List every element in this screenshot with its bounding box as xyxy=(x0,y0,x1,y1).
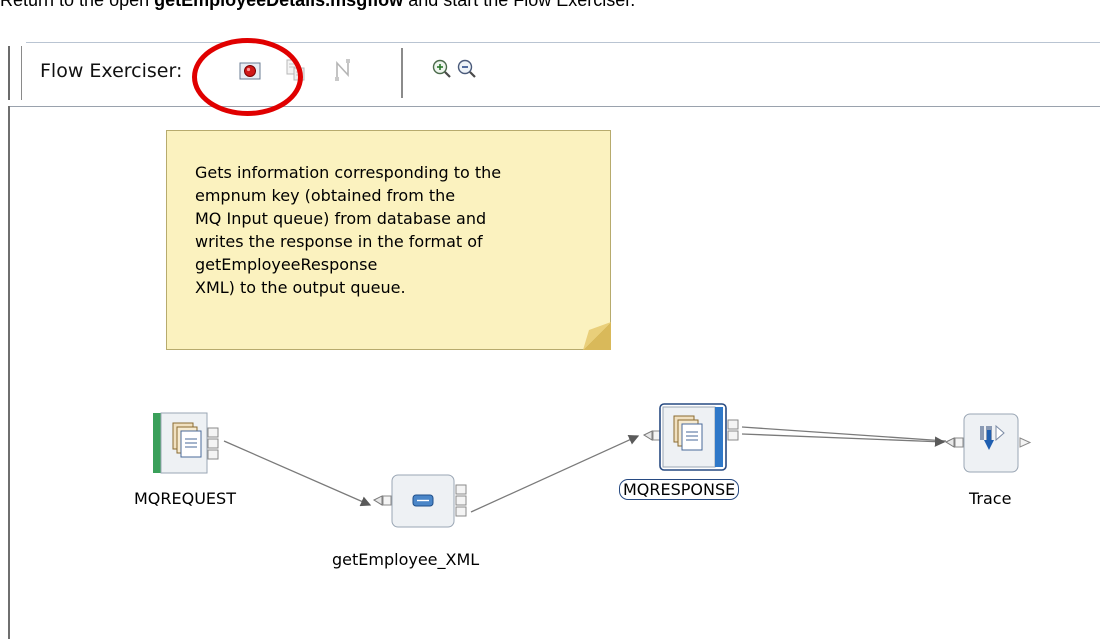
compute-icon xyxy=(372,474,467,528)
connection-compute-to-mqresponse[interactable] xyxy=(470,435,640,513)
connection-mqresponse-to-trace-1[interactable] xyxy=(741,426,947,442)
instruction-text: Return to the open getEmployeeDetails.ms… xyxy=(0,0,1100,10)
flow-description-note[interactable]: Gets information corresponding to the em… xyxy=(166,130,611,350)
instruction-suffix: and start the Flow Exerciser. xyxy=(403,0,636,10)
connection-mqresponse-to-trace-2[interactable] xyxy=(741,433,946,447)
instruction-flow-name: getEmployeeDetails.msgflow xyxy=(154,0,404,10)
note-fold-corner xyxy=(583,322,611,350)
node-mqrequest[interactable] xyxy=(151,411,227,475)
highlight-circle xyxy=(192,38,303,116)
message-flow-editor: Flow Exerciser: Gets information corresp… xyxy=(8,38,1100,639)
node-mqresponse-label: MQRESPONSE xyxy=(619,479,740,500)
node-getemployee-xml[interactable] xyxy=(372,472,474,530)
node-trace[interactable] xyxy=(944,412,1048,476)
mq-output-icon xyxy=(642,403,739,471)
instruction-prefix: Return to the open xyxy=(0,0,155,10)
node-trace-label: Trace xyxy=(969,489,1012,508)
node-mqresponse[interactable] xyxy=(642,402,746,472)
mq-input-icon xyxy=(153,412,219,474)
node-getemployee-label: getEmployee_XML xyxy=(332,550,480,569)
node-mqrequest-label: MQREQUEST xyxy=(134,489,236,508)
trace-icon xyxy=(944,413,1032,473)
connection-mqrequest-to-compute[interactable] xyxy=(223,440,372,507)
